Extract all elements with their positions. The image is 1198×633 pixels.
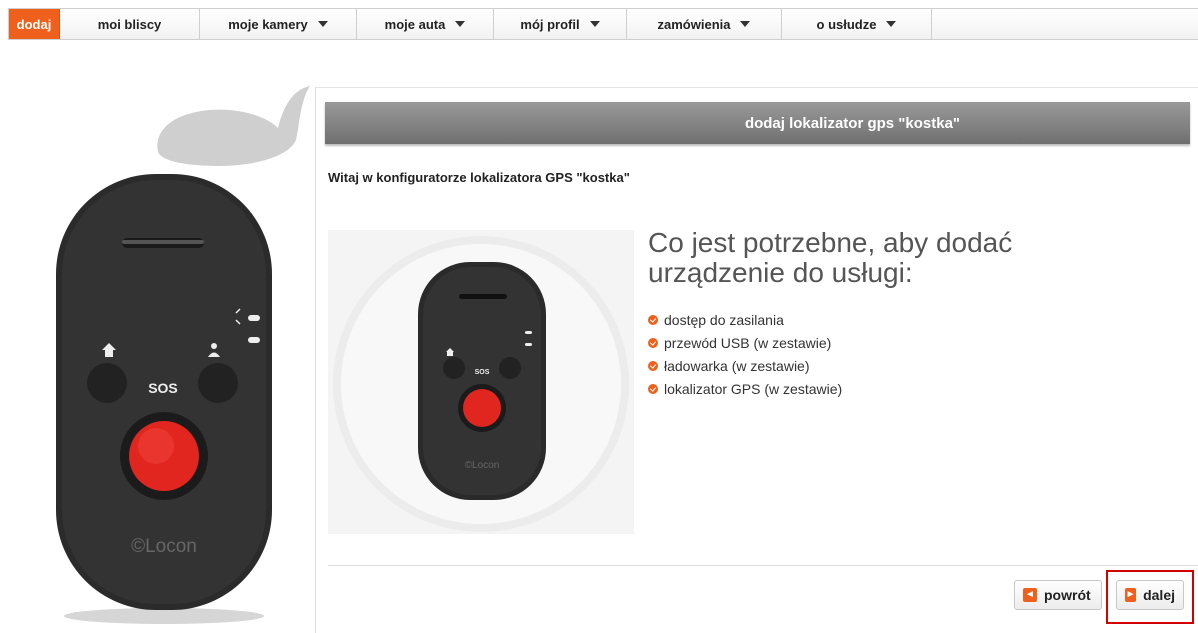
device-photo: SOS ©Locon <box>328 230 634 534</box>
next-button-label: dalej <box>1143 587 1175 603</box>
gps-device-image: SOS ©Locon <box>56 174 272 624</box>
arrow-left-icon: ◄ <box>1023 588 1037 602</box>
nav-item-zamowienia[interactable]: zamówienia <box>627 9 782 39</box>
back-button-label: powrót <box>1044 587 1091 603</box>
sos-label: SOS <box>148 380 178 396</box>
check-bullet-icon <box>648 383 658 394</box>
next-button[interactable]: ► dalej <box>1116 580 1184 610</box>
requirements-title: Co jest potrzebne, aby dodać urządzenie … <box>648 227 1013 288</box>
nav-label: mój profil <box>520 16 580 32</box>
caret-down-icon <box>455 21 466 27</box>
nav-label: zamówienia <box>657 16 731 32</box>
list-item-label: przewód USB (w zestawie) <box>664 334 832 351</box>
nav-item-moi-bliscy[interactable]: moi bliscy <box>60 9 200 39</box>
check-bullet-icon <box>648 314 658 325</box>
nav-label: o usłudze <box>816 16 877 32</box>
nav-item-moj-profil[interactable]: mój profil <box>494 9 627 39</box>
top-nav: dodaj moi bliscy moje kamery moje auta m… <box>8 8 1198 40</box>
list-item-label: lokalizator GPS (w zestawie) <box>664 380 843 397</box>
content-panel: dodaj lokalizator gps "kostka" Witaj w k… <box>315 87 1198 633</box>
caret-down-icon <box>317 21 328 27</box>
caret-down-icon <box>886 21 897 27</box>
requirements-list: dostęp do zasilania przewód USB (w zesta… <box>648 308 842 400</box>
nav-label: dodaj <box>16 16 52 32</box>
back-button[interactable]: ◄ powrót <box>1014 580 1102 610</box>
list-item: dostęp do zasilania <box>648 308 842 331</box>
nav-item-dodaj[interactable]: dodaj <box>9 9 60 39</box>
list-item-label: ładowarka (w zestawie) <box>664 357 810 374</box>
arrow-right-icon: ► <box>1125 588 1137 602</box>
list-item: lokalizator GPS (w zestawie) <box>648 377 842 400</box>
nav-label: moje auta <box>384 16 446 32</box>
nav-label: moje kamery <box>228 16 308 32</box>
nav-item-moje-auta[interactable]: moje auta <box>357 9 494 39</box>
list-item-label: dostęp do zasilania <box>664 311 784 328</box>
check-bullet-icon <box>648 360 658 371</box>
brand-logo-small: ©Locon <box>465 460 500 471</box>
list-item: ładowarka (w zestawie) <box>648 354 842 377</box>
brand-logo: ©Locon <box>131 536 197 557</box>
nav-label: moi bliscy <box>97 16 162 32</box>
sos-label-small: SOS <box>475 369 490 376</box>
check-bullet-icon <box>648 337 658 348</box>
welcome-text: Witaj w konfiguratorze lokalizatora GPS … <box>328 170 630 185</box>
speech-bubble-icon <box>157 86 310 166</box>
list-item: przewód USB (w zestawie) <box>648 331 842 354</box>
nav-item-moje-kamery[interactable]: moje kamery <box>200 9 357 39</box>
divider <box>328 565 1198 566</box>
nav-item-o-usludze[interactable]: o usłudze <box>782 9 932 39</box>
caret-down-icon <box>740 21 751 27</box>
caret-down-icon <box>589 21 600 27</box>
panel-header: dodaj lokalizator gps "kostka" <box>325 102 1190 144</box>
